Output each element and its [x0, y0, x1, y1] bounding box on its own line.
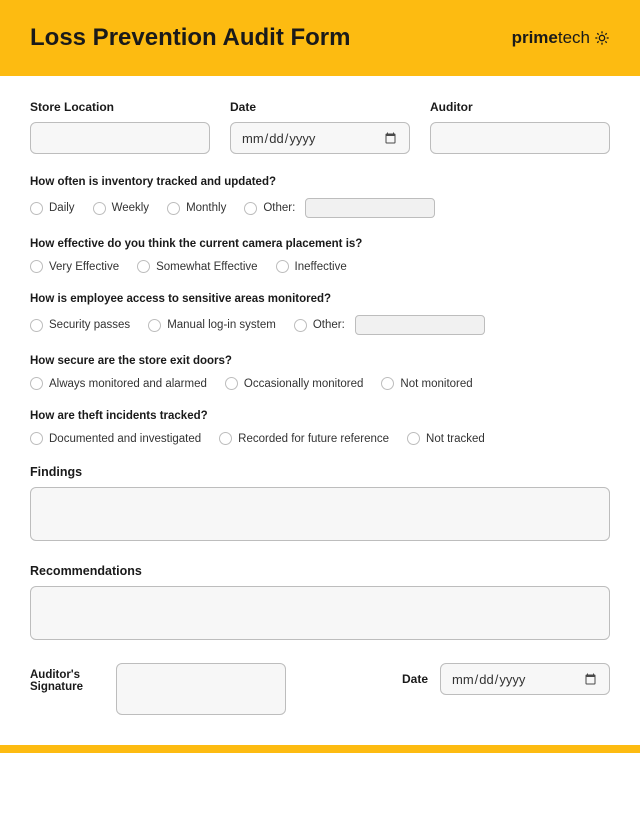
opt-very-effective[interactable]: Very Effective [30, 260, 119, 273]
opt-monthly-label: Monthly [186, 202, 226, 214]
date-label: Date [230, 100, 410, 114]
store-location-input[interactable] [30, 122, 210, 154]
form-content: Store Location Date Auditor How often is… [0, 76, 640, 731]
recommendations-textarea[interactable] [30, 586, 610, 640]
q-camera-options: Very Effective Somewhat Effective Ineffe… [30, 260, 610, 273]
opt-ineffective[interactable]: Ineffective [276, 260, 347, 273]
findings-label: Findings [30, 465, 610, 479]
opt-not-monitored[interactable]: Not monitored [381, 377, 472, 390]
brand-logo: primetech [512, 28, 610, 48]
radio-monthly[interactable] [167, 202, 180, 215]
opt-documented[interactable]: Documented and investigated [30, 432, 201, 445]
opt-monthly[interactable]: Monthly [167, 202, 226, 215]
recommendations-block: Recommendations [30, 564, 610, 645]
radio-manual-login[interactable] [148, 319, 161, 332]
sig-date-input[interactable] [440, 663, 610, 695]
opt-occasionally-label: Occasionally monitored [244, 378, 364, 390]
opt-other3[interactable]: Other: [294, 315, 485, 335]
radio-very-effective[interactable] [30, 260, 43, 273]
other3-input[interactable] [355, 315, 485, 335]
q-theft-options: Documented and investigated Recorded for… [30, 432, 610, 445]
q-exit-label: How secure are the store exit doors? [30, 355, 610, 367]
findings-textarea[interactable] [30, 487, 610, 541]
q-inventory: How often is inventory tracked and updat… [30, 176, 610, 218]
signature-label: Auditor's Signature [30, 663, 100, 693]
opt-daily-label: Daily [49, 202, 75, 214]
radio-other1[interactable] [244, 202, 257, 215]
q-camera: How effective do you think the current c… [30, 238, 610, 273]
opt-very-effective-label: Very Effective [49, 261, 119, 273]
q-access-options: Security passes Manual log-in system Oth… [30, 315, 610, 335]
other1-input[interactable] [305, 198, 435, 218]
radio-documented[interactable] [30, 432, 43, 445]
opt-recorded[interactable]: Recorded for future reference [219, 432, 389, 445]
opt-weekly[interactable]: Weekly [93, 202, 150, 215]
radio-daily[interactable] [30, 202, 43, 215]
findings-block: Findings [30, 465, 610, 546]
opt-always-monitored-label: Always monitored and alarmed [49, 378, 207, 390]
radio-security-passes[interactable] [30, 319, 43, 332]
radio-ineffective[interactable] [276, 260, 289, 273]
opt-occasionally[interactable]: Occasionally monitored [225, 377, 364, 390]
sig-date-col: Date [302, 663, 610, 695]
radio-weekly[interactable] [93, 202, 106, 215]
radio-not-monitored[interactable] [381, 377, 394, 390]
sig-date-label: Date [402, 672, 428, 686]
q-theft-label: How are theft incidents tracked? [30, 410, 610, 422]
opt-not-tracked-label: Not tracked [426, 433, 485, 445]
q-camera-label: How effective do you think the current c… [30, 238, 610, 250]
auditor-field: Auditor [430, 100, 610, 154]
radio-recorded[interactable] [219, 432, 232, 445]
opt-somewhat[interactable]: Somewhat Effective [137, 260, 257, 273]
store-location-field: Store Location [30, 100, 210, 154]
opt-manual-login-label: Manual log-in system [167, 319, 276, 331]
date-input[interactable] [230, 122, 410, 154]
opt-other1-label: Other: [263, 202, 295, 214]
footer-bar [0, 745, 640, 753]
header: Loss Prevention Audit Form primetech [0, 0, 640, 76]
opt-not-tracked[interactable]: Not tracked [407, 432, 485, 445]
opt-always-monitored[interactable]: Always monitored and alarmed [30, 377, 207, 390]
opt-manual-login[interactable]: Manual log-in system [148, 319, 276, 332]
opt-not-monitored-label: Not monitored [400, 378, 472, 390]
top-row: Store Location Date Auditor [30, 100, 610, 154]
opt-other1[interactable]: Other: [244, 198, 435, 218]
q-access-label: How is employee access to sensitive area… [30, 293, 610, 305]
opt-documented-label: Documented and investigated [49, 433, 201, 445]
opt-other3-label: Other: [313, 319, 345, 331]
date-field: Date [230, 100, 410, 154]
brand-prime: prime [512, 28, 558, 48]
radio-occasionally[interactable] [225, 377, 238, 390]
auditor-input[interactable] [430, 122, 610, 154]
signature-row: Auditor's Signature Date [30, 663, 610, 715]
auditor-label: Auditor [430, 100, 610, 114]
q-access: How is employee access to sensitive area… [30, 293, 610, 335]
signature-box[interactable] [116, 663, 286, 715]
opt-weekly-label: Weekly [112, 202, 150, 214]
opt-recorded-label: Recorded for future reference [238, 433, 389, 445]
radio-other3[interactable] [294, 319, 307, 332]
gear-sun-icon [594, 30, 610, 46]
q-theft: How are theft incidents tracked? Documen… [30, 410, 610, 445]
radio-always-monitored[interactable] [30, 377, 43, 390]
q-inventory-label: How often is inventory tracked and updat… [30, 176, 610, 188]
opt-security-passes-label: Security passes [49, 319, 130, 331]
store-location-label: Store Location [30, 100, 210, 114]
brand-tech: tech [558, 28, 590, 48]
opt-somewhat-label: Somewhat Effective [156, 261, 257, 273]
q-exit: How secure are the store exit doors? Alw… [30, 355, 610, 390]
radio-not-tracked[interactable] [407, 432, 420, 445]
radio-somewhat[interactable] [137, 260, 150, 273]
opt-security-passes[interactable]: Security passes [30, 319, 130, 332]
page-title: Loss Prevention Audit Form [30, 24, 350, 52]
opt-ineffective-label: Ineffective [295, 261, 347, 273]
q-inventory-options: Daily Weekly Monthly Other: [30, 198, 610, 218]
q-exit-options: Always monitored and alarmed Occasionall… [30, 377, 610, 390]
recommendations-label: Recommendations [30, 564, 610, 578]
opt-daily[interactable]: Daily [30, 202, 75, 215]
